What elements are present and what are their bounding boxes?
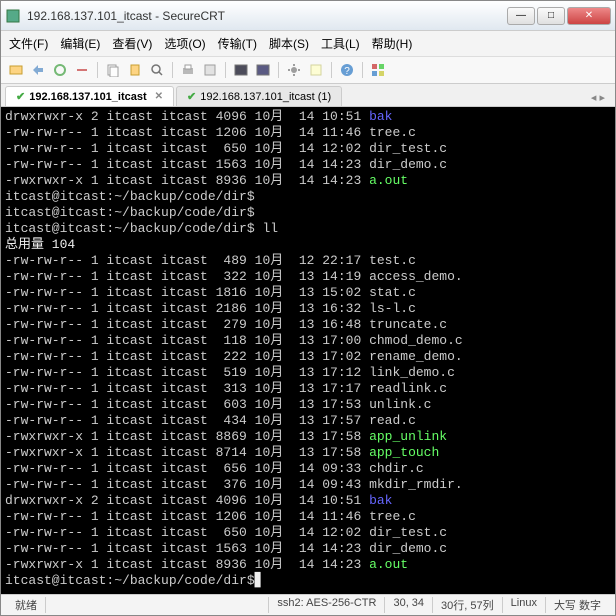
menu-view[interactable]: 查看(V) [112,35,152,52]
terminal2-icon[interactable] [254,61,272,79]
terminal-output[interactable]: drwxrwxr-x 2 itcast itcast 4096 10月 14 1… [1,107,615,594]
menu-file[interactable]: 文件(F) [9,35,48,52]
status-cursor: 30, 34 [385,597,433,613]
properties-icon[interactable] [201,61,219,79]
maximize-button[interactable]: □ [537,7,565,25]
tab-inactive[interactable]: ✔ 192.168.137.101_itcast (1) [176,86,342,106]
svg-text:?: ? [344,66,350,77]
separator-icon [97,62,98,78]
paste-icon[interactable] [126,61,144,79]
script-icon[interactable] [307,61,325,79]
tab-bar: ✔ 192.168.137.101_itcast ✕ ✔ 192.168.137… [1,84,615,107]
tab-scroll-icon[interactable]: ◂ ▸ [585,89,611,106]
tab-label: 192.168.137.101_itcast [29,91,146,103]
menu-script[interactable]: 脚本(S) [269,35,309,52]
quick-connect-icon[interactable] [29,61,47,79]
menu-help[interactable]: 帮助(H) [372,35,413,52]
toolbar: ? [1,57,615,84]
main-window: 192.168.137.101_itcast - SecureCRT — □ ✕… [0,0,616,616]
close-tab-icon[interactable]: ✕ [155,91,163,102]
print-icon[interactable] [179,61,197,79]
menu-tools[interactable]: 工具(L) [321,35,360,52]
separator-icon [172,62,173,78]
windows-icon[interactable] [369,61,387,79]
help-icon[interactable]: ? [338,61,356,79]
separator-icon [278,62,279,78]
menu-options[interactable]: 选项(O) [164,35,205,52]
minimize-button[interactable]: — [507,7,535,25]
titlebar: 192.168.137.101_itcast - SecureCRT — □ ✕ [1,1,615,31]
separator-icon [331,62,332,78]
tab-label: 192.168.137.101_itcast (1) [200,91,331,103]
separator-icon [225,62,226,78]
disconnect-icon[interactable] [73,61,91,79]
connect-icon[interactable] [7,61,25,79]
status-size: 30行, 57列 [433,597,503,613]
separator-icon [362,62,363,78]
check-icon: ✔ [187,90,196,103]
check-icon: ✔ [16,90,25,103]
status-caps: 大写 数字 [546,597,609,613]
statusbar: 就绪 ssh2: AES-256-CTR 30, 34 30行, 57列 Lin… [1,594,615,615]
find-icon[interactable] [148,61,166,79]
reconnect-icon[interactable] [51,61,69,79]
menu-transfer[interactable]: 传输(T) [218,35,257,52]
close-button[interactable]: ✕ [567,7,611,25]
status-ready: 就绪 [7,597,46,613]
tab-active[interactable]: ✔ 192.168.137.101_itcast ✕ [5,86,174,106]
menu-edit[interactable]: 编辑(E) [60,35,100,52]
terminal1-icon[interactable] [232,61,250,79]
window-buttons: — □ ✕ [507,7,611,25]
settings-icon[interactable] [285,61,303,79]
app-icon [5,8,21,24]
copy-icon[interactable] [104,61,122,79]
status-encryption: ssh2: AES-256-CTR [269,597,385,613]
menubar: 文件(F) 编辑(E) 查看(V) 选项(O) 传输(T) 脚本(S) 工具(L… [1,31,615,57]
status-term: Linux [503,597,546,613]
window-title: 192.168.137.101_itcast - SecureCRT [27,9,507,23]
